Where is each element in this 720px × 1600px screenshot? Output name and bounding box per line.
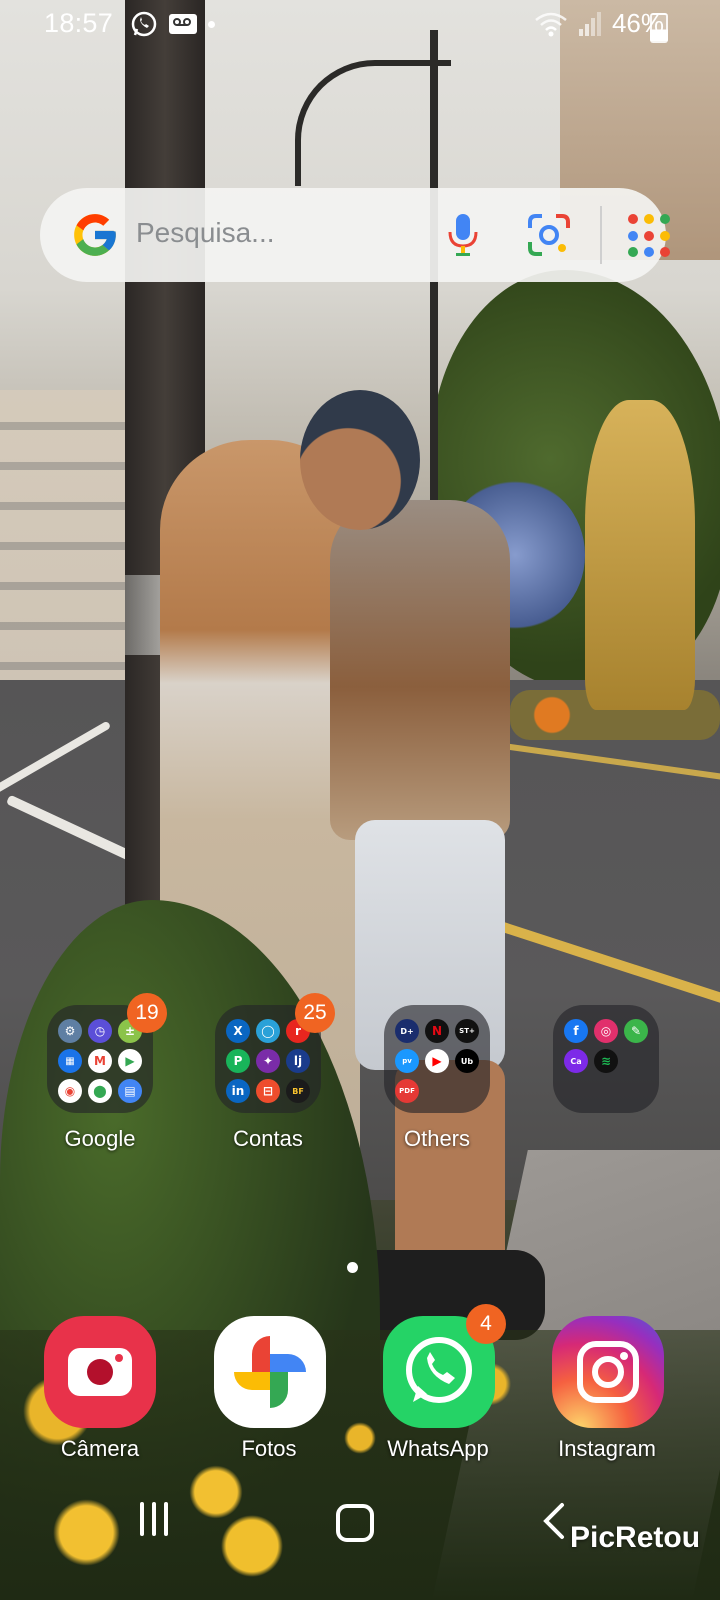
search-divider	[600, 206, 602, 264]
linkedin-icon: in	[226, 1079, 250, 1103]
folder-others[interactable]: D+ N ST+ pv ▶ Ub PDF	[384, 1005, 490, 1115]
more-notifications-dot	[208, 20, 215, 28]
disney-plus-icon: D+	[395, 1019, 419, 1043]
google-g-icon	[74, 214, 116, 256]
shopee-icon: ⊟	[256, 1079, 280, 1103]
wallpaper-building-left	[0, 390, 140, 690]
back-button[interactable]	[542, 1502, 566, 1540]
wifi-icon	[535, 12, 567, 36]
prime-video-icon: pv	[395, 1049, 419, 1073]
google-lens-icon[interactable]	[526, 212, 572, 258]
dock-label: Câmera	[60, 1436, 140, 1461]
notification-badge: 4	[466, 1304, 506, 1344]
instagram-app-icon[interactable]	[552, 1316, 664, 1428]
wallpaper-golden-statue	[585, 400, 695, 710]
folder-label: Contas	[233, 1126, 303, 1151]
canva-icon: Ca	[564, 1049, 588, 1073]
chrome-icon: ◉	[58, 1079, 82, 1103]
folder-icon-grid: D+ N ST+ pv ▶ Ub PDF	[395, 1019, 485, 1103]
clock-icon: ◷	[88, 1019, 112, 1043]
folder-label: Others	[403, 1126, 471, 1151]
folder-icon-grid: X ◯ r P ✦ lj in ⊟ BF	[226, 1019, 316, 1103]
signal-icon	[578, 11, 601, 36]
play-store-icon: ▶	[118, 1049, 142, 1073]
dock-label: WhatsApp	[387, 1436, 489, 1461]
notification-badge: 19	[127, 993, 167, 1033]
settings-icon: ⚙	[58, 1019, 82, 1043]
google-search-bar[interactable]: Pesquisa...	[40, 188, 670, 282]
notification-icons	[130, 10, 215, 38]
dock-label: Instagram	[558, 1436, 656, 1461]
page-indicator	[347, 1262, 358, 1273]
nubank-icon: ✦	[256, 1049, 280, 1073]
folder-social[interactable]: f ◎ ✎ Ca ≋	[553, 1005, 659, 1115]
status-time: 18:57	[44, 8, 114, 38]
netflix-icon: N	[425, 1019, 449, 1043]
photos-app-icon[interactable]	[214, 1316, 326, 1428]
caixa-icon: X	[226, 1019, 250, 1043]
folder-label: Google	[64, 1126, 136, 1151]
spotify-icon: ≋	[594, 1049, 618, 1073]
messages-icon: ▤	[118, 1079, 142, 1103]
youtube-icon: ▶	[425, 1049, 449, 1073]
whatsapp-icon	[131, 11, 157, 37]
wallpaper-man	[330, 500, 510, 840]
battery-icon	[650, 13, 668, 43]
calendar-icon: ▦	[58, 1049, 82, 1073]
picpay-icon: P	[226, 1049, 250, 1073]
folder-icon-grid: f ◎ ✎ Ca ≋	[564, 1019, 654, 1073]
instagram-mini-icon: ◎	[594, 1019, 618, 1043]
star-plus-icon: ST+	[455, 1019, 479, 1043]
voicemail-icon	[169, 14, 197, 34]
google-photos-icon	[234, 1336, 306, 1408]
blackfriday-icon: BF	[286, 1079, 310, 1103]
status-bar: 18:57 46%	[0, 0, 720, 52]
notification-badge: 25	[295, 993, 335, 1033]
mic-icon[interactable]	[445, 212, 481, 258]
dock-label: Fotos	[241, 1436, 297, 1461]
wallpaper-man-head	[300, 390, 420, 530]
app-icon: ✎	[624, 1019, 648, 1043]
lojas-icon: lj	[286, 1049, 310, 1073]
folder-icon-grid: ⚙ ◷ ± ▦ M ▶ ◉ ⬤ ▤	[58, 1019, 148, 1103]
pdf-icon: PDF	[395, 1079, 419, 1103]
maps-icon: ⬤	[88, 1079, 112, 1103]
home-button[interactable]	[336, 1504, 374, 1542]
recents-button[interactable]	[140, 1502, 168, 1536]
gmail-icon: M	[88, 1049, 112, 1073]
camera-icon	[68, 1348, 132, 1396]
facebook-icon: f	[564, 1019, 588, 1043]
search-placeholder: Pesquisa...	[136, 217, 275, 248]
system-icons: 46%	[534, 8, 664, 39]
bank-icon: ◯	[256, 1019, 280, 1043]
camera-app-icon[interactable]	[44, 1316, 156, 1428]
apps-dots-icon[interactable]	[628, 214, 672, 258]
wallpaper-lamppost-arm	[295, 60, 451, 186]
uber-icon: Ub	[455, 1049, 479, 1073]
instagram-icon	[577, 1341, 639, 1403]
watermark: PicRetou	[570, 1521, 701, 1554]
